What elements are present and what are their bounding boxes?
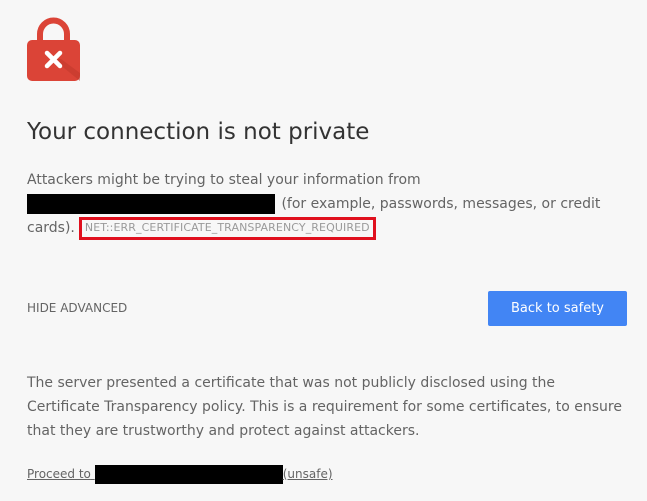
error-code[interactable]: NET::ERR_CERTIFICATE_TRANSPARENCY_REQUIR…	[78, 216, 376, 240]
details-text: The server presented a certificate that …	[27, 375, 622, 439]
redacted-proceed-site	[94, 465, 283, 484]
proceed-suffix: (unsafe)	[282, 467, 333, 481]
intro-text: Attackers might be trying to steal your …	[27, 168, 627, 240]
redacted-site-name	[27, 194, 275, 214]
interstitial-page: Your connection is not private Attackers…	[0, 0, 647, 501]
page-title: Your connection is not private	[27, 119, 370, 145]
proceed-link[interactable]: Proceed to (unsafe)	[27, 465, 333, 484]
back-to-safety-button[interactable]: Back to safety	[488, 291, 627, 326]
proceed-prefix: Proceed to	[27, 467, 91, 481]
hide-advanced-button[interactable]: HIDE ADVANCED	[27, 301, 127, 315]
lock-error-icon	[27, 17, 80, 81]
intro-before: Attackers might be trying to steal your …	[27, 172, 421, 188]
proceed-line: Proceed to (unsafe)	[27, 465, 333, 484]
